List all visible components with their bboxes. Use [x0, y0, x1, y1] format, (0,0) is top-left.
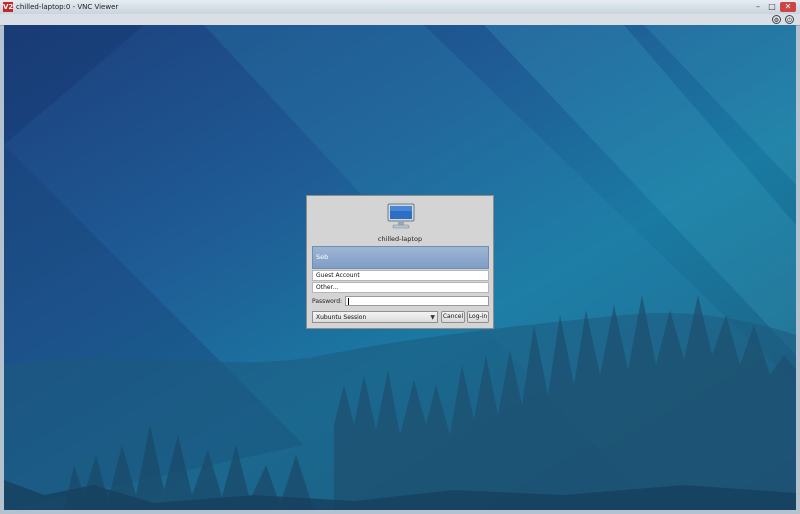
session-selected-label: Xubuntu Session: [316, 314, 367, 321]
close-button[interactable]: ✕: [780, 2, 796, 12]
title-bar[interactable]: V2 chilled-laptop:0 - VNC Viewer – □ ✕: [0, 0, 800, 15]
chevron-down-icon: ▼: [430, 314, 435, 321]
computer-icon: [387, 203, 415, 229]
login-button[interactable]: Log-in: [467, 311, 489, 323]
options-icon[interactable]: ⚙: [772, 15, 781, 24]
hostname-label: chilled-laptop: [377, 235, 423, 243]
password-input[interactable]: [345, 296, 489, 306]
user-name-label: Seb: [316, 253, 329, 261]
maximize-button[interactable]: □: [766, 2, 778, 12]
user-item-selected[interactable]: Seb: [312, 246, 489, 269]
vnc-app-icon: V2: [3, 2, 14, 12]
cancel-button[interactable]: Cancel: [441, 311, 465, 323]
user-item-guest[interactable]: Guest Account: [312, 270, 489, 281]
vnc-viewer-window: V2 chilled-laptop:0 - VNC Viewer – □ ✕ ⚙…: [0, 0, 800, 514]
window-title: chilled-laptop:0 - VNC Viewer: [16, 3, 119, 11]
user-item-other[interactable]: Other...: [312, 282, 489, 293]
text-caret: [348, 298, 349, 305]
password-label: Password:: [312, 298, 343, 305]
minimize-button[interactable]: –: [752, 2, 764, 12]
remote-desktop[interactable]: chilled-laptop Seb Guest Account Other..…: [4, 25, 796, 510]
close-connection-icon[interactable]: ⏻: [785, 15, 794, 24]
login-dialog: chilled-laptop Seb Guest Account Other..…: [306, 195, 494, 329]
session-dropdown[interactable]: Xubuntu Session ▼: [312, 311, 438, 323]
